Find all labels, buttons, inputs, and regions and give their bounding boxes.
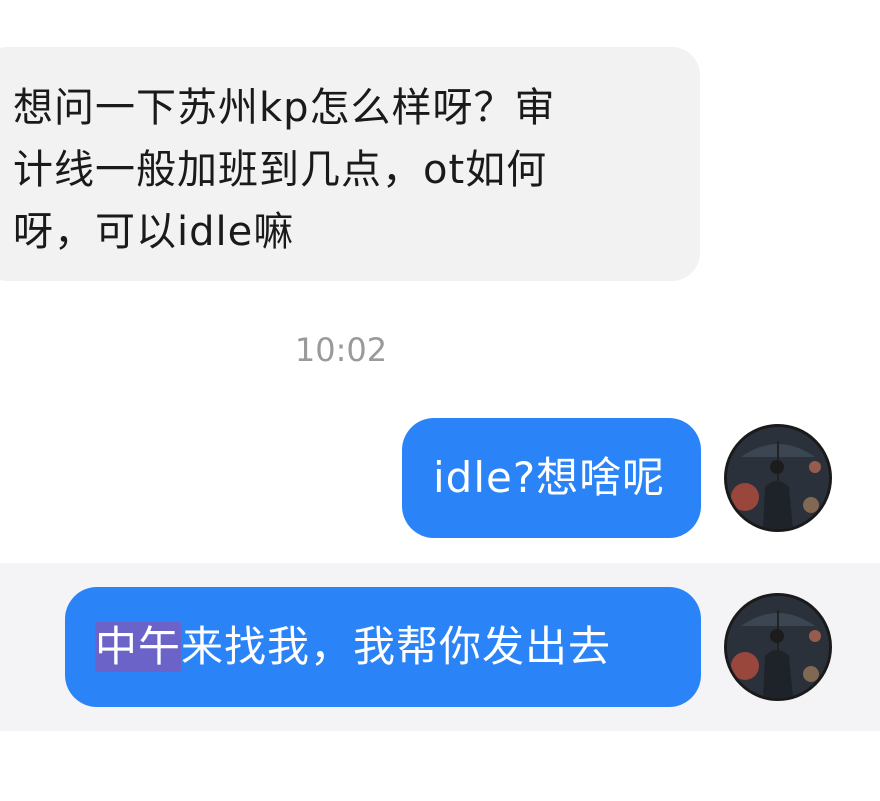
incoming-message-line: 计线一般加班到几点，ot如何 — [13, 147, 548, 193]
outgoing-message-bubble[interactable]: 中午 来找我，我帮你发出去 — [65, 587, 701, 707]
outgoing-message-text: idle?想啥呢 — [433, 453, 666, 502]
incoming-message-bubble[interactable]: 想问一下苏州kp怎么样呀？审 计线一般加班到几点，ot如何 呀，可以idle嘛 — [0, 47, 700, 281]
user-avatar[interactable] — [724, 593, 832, 701]
outgoing-message-bubble[interactable]: idle?想啥呢 — [402, 418, 701, 538]
person-with-umbrella-icon — [727, 596, 829, 698]
message-timestamp: 10:02 — [294, 331, 388, 369]
user-avatar[interactable] — [724, 424, 832, 532]
incoming-message-line: 呀，可以idle嘛 — [13, 209, 295, 255]
outgoing-message-text: 来找我，我帮你发出去 — [181, 622, 612, 671]
selected-text-highlight[interactable]: 中午 — [95, 622, 182, 672]
person-with-umbrella-icon — [727, 427, 829, 529]
incoming-message-line: 想问一下苏州kp怎么样呀？审 — [13, 85, 556, 131]
